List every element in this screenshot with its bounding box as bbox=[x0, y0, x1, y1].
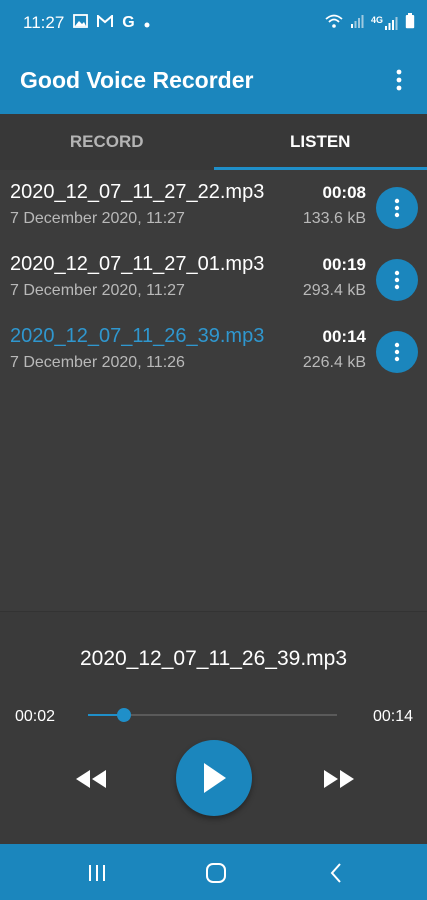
recording-date: 7 December 2020, 11:27 bbox=[10, 282, 185, 299]
home-icon bbox=[206, 863, 226, 883]
signal-icon bbox=[350, 13, 364, 33]
recording-duration: 00:08 bbox=[322, 183, 366, 202]
tab-record[interactable]: RECORD bbox=[0, 114, 214, 170]
more-vert-icon bbox=[394, 342, 400, 362]
overflow-menu-button[interactable] bbox=[389, 65, 409, 95]
rewind-button[interactable] bbox=[72, 766, 110, 792]
google-icon: G bbox=[122, 14, 135, 31]
back-icon bbox=[330, 863, 341, 883]
recording-duration: 00:19 bbox=[322, 255, 366, 274]
mail-icon bbox=[97, 13, 114, 33]
status-bar: 11:27 G 4G bbox=[0, 0, 427, 46]
recording-name: 2020_12_07_11_26_39.mp3 bbox=[10, 325, 265, 347]
list-item-playing[interactable]: 2020_12_07_11_26_39.mp3 7 December 2020,… bbox=[0, 314, 427, 386]
tab-listen[interactable]: LISTEN bbox=[213, 114, 427, 170]
fast-forward-button[interactable] bbox=[320, 766, 358, 792]
system-nav-bar bbox=[0, 844, 427, 900]
player-panel: 2020_12_07_11_26_39.mp3 00:02 00:14 bbox=[0, 611, 427, 845]
now-playing-title: 2020_12_07_11_26_39.mp3 bbox=[79, 647, 348, 670]
recording-size: 226.4 kB bbox=[302, 354, 366, 371]
recording-date: 7 December 2020, 11:26 bbox=[10, 354, 185, 371]
tab-bar: RECORD LISTEN bbox=[0, 114, 427, 170]
recording-duration: 00:14 bbox=[322, 327, 366, 346]
home-button[interactable] bbox=[203, 860, 229, 886]
recents-button[interactable] bbox=[84, 860, 110, 886]
recording-name: 2020_12_07_11_27_01.mp3 bbox=[10, 253, 265, 275]
seek-bar[interactable] bbox=[88, 708, 337, 722]
gallery-icon bbox=[73, 13, 89, 33]
recording-options-button[interactable] bbox=[376, 259, 418, 301]
fast-forward-icon bbox=[324, 770, 354, 788]
list-item[interactable]: 2020_12_07_11_27_22.mp3 7 December 2020,… bbox=[0, 170, 427, 242]
recordings-list: 2020_12_07_11_27_22.mp3 7 December 2020,… bbox=[0, 170, 427, 386]
more-vert-icon bbox=[394, 198, 400, 218]
dot-icon bbox=[144, 13, 150, 33]
recording-options-button[interactable] bbox=[376, 331, 418, 373]
list-item[interactable]: 2020_12_07_11_27_01.mp3 7 December 2020,… bbox=[0, 242, 427, 314]
recording-name: 2020_12_07_11_27_22.mp3 bbox=[10, 181, 265, 203]
wifi-icon bbox=[325, 13, 343, 33]
play-icon bbox=[204, 763, 226, 793]
lte-signal-icon: 4G bbox=[371, 16, 398, 30]
status-time: 11:27 bbox=[23, 13, 65, 32]
recording-date: 7 December 2020, 11:27 bbox=[10, 210, 185, 227]
seek-bar-thumb[interactable] bbox=[117, 708, 132, 722]
recording-size: 133.6 kB bbox=[302, 210, 366, 227]
total-time: 00:14 bbox=[372, 708, 413, 725]
recording-options-button[interactable] bbox=[376, 187, 418, 229]
current-time: 00:02 bbox=[15, 708, 56, 725]
app-bar: Good Voice Recorder bbox=[0, 46, 427, 114]
recents-icon bbox=[89, 865, 105, 881]
more-vert-icon bbox=[394, 270, 400, 290]
battery-icon bbox=[405, 12, 415, 34]
app-title: Good Voice Recorder bbox=[20, 66, 254, 93]
recording-size: 293.4 kB bbox=[302, 282, 366, 299]
more-vert-icon bbox=[396, 69, 402, 91]
rewind-icon bbox=[76, 770, 106, 788]
back-button[interactable] bbox=[323, 860, 349, 886]
play-button[interactable] bbox=[176, 740, 252, 816]
